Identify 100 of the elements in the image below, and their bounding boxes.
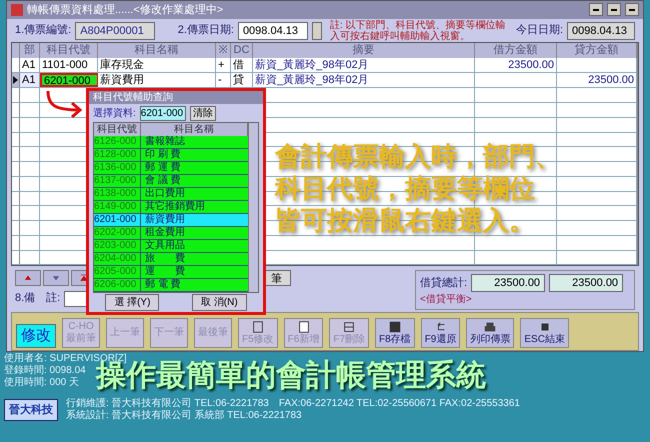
lookup-row[interactable]: 6202-000 租金費用 bbox=[94, 227, 248, 240]
voucher-date-label: 2.傳票日期: bbox=[178, 23, 234, 38]
code-cell: 6126-000 bbox=[94, 136, 141, 148]
table-cell: 23500.00 bbox=[475, 58, 557, 72]
today-date-field: 0098.04.13 bbox=[567, 22, 635, 40]
code-cell: 6204-000 bbox=[94, 253, 141, 265]
window-title: 轉帳傳票資料處理......<修改作業處理中> bbox=[27, 2, 224, 18]
button-label: 最前筆 bbox=[66, 333, 96, 345]
column-header: 科目代號 bbox=[40, 43, 98, 58]
current-row-indicator-icon bbox=[13, 76, 18, 84]
button-icon bbox=[296, 320, 310, 334]
column-header: 借方金額 bbox=[475, 43, 557, 58]
up-triangle-icon bbox=[79, 273, 89, 284]
mode-indicator: 修改 bbox=[16, 324, 56, 348]
voucher-date-field[interactable]: 0098.04.13 bbox=[238, 22, 308, 40]
credit-total-field: 23500.00 bbox=[549, 274, 624, 292]
column-header: 摘要 bbox=[253, 43, 475, 58]
table-cell: - bbox=[216, 73, 231, 88]
toolbar-button[interactable]: F8存檔 bbox=[375, 318, 415, 348]
date-spinner[interactable] bbox=[312, 22, 322, 40]
lookup-row[interactable]: 6126-000 書報雜誌 bbox=[94, 136, 248, 149]
shortcut-label: C-HO bbox=[68, 321, 94, 333]
button-label: F9還原 bbox=[424, 334, 456, 346]
name-cell-text: 出口費用 bbox=[144, 188, 186, 200]
lookup-row[interactable]: 6204-000 旅 費 bbox=[94, 253, 248, 266]
status-text: 使用時間: 000 天 bbox=[4, 377, 80, 389]
dialog-title: 科目代號輔助查詢 bbox=[89, 91, 263, 104]
status-text: 登錄時間: 0098.04 bbox=[4, 365, 87, 376]
lookup-row[interactable]: 6149-000 其它推銷費用 bbox=[94, 201, 248, 214]
table-cell: A1 bbox=[20, 58, 40, 72]
button-icon bbox=[250, 320, 265, 334]
lookup-row[interactable]: 6128-000 印 刷 費 bbox=[94, 149, 248, 162]
voucher-number-field[interactable]: A804P00001 bbox=[75, 22, 156, 40]
row-selector[interactable] bbox=[12, 73, 20, 88]
table-cell: 貸 bbox=[231, 73, 253, 88]
company-logo: 晉大科技 bbox=[4, 398, 58, 422]
name-cell-text: 郵 運 費 bbox=[144, 162, 182, 174]
code-cell: 6203-000 bbox=[94, 240, 141, 252]
button-label: 列印傳票 bbox=[470, 334, 510, 346]
button-label: F8存檔 bbox=[379, 334, 411, 346]
table-cell: 庫存現金 bbox=[98, 58, 216, 72]
code-cell: 6202-000 bbox=[94, 227, 141, 239]
toolbar-button[interactable]: ESC結束 bbox=[520, 318, 569, 348]
button-label: F5修改 bbox=[242, 334, 274, 346]
name-cell-text: 薪資費用 bbox=[144, 214, 186, 226]
toolbar-button[interactable]: 列印傳票 bbox=[466, 318, 514, 348]
select-field[interactable]: 6201-000 bbox=[140, 106, 186, 120]
code-cell: 6205-000 bbox=[94, 266, 141, 278]
button-icon bbox=[342, 320, 356, 334]
toolbar-button[interactable]: F9還原 bbox=[420, 318, 460, 348]
select-button[interactable]: 選 擇(Y) bbox=[105, 294, 160, 311]
table-cell: 借 bbox=[231, 58, 253, 72]
lookup-row[interactable]: 6138-000 出口費用 bbox=[94, 188, 248, 201]
button-label: 下一筆 bbox=[154, 327, 184, 339]
contact-text: 系統設計: 晉大科技有限公司 系統部 TEL:06-2221783 bbox=[66, 410, 303, 422]
name-cell-text: 租金費用 bbox=[144, 227, 186, 239]
table-cell: + bbox=[216, 58, 231, 72]
balance-status: <借貸平衡> bbox=[420, 292, 473, 308]
button-label: F7刪除 bbox=[333, 334, 366, 346]
record-nav-button[interactable] bbox=[15, 270, 41, 286]
name-cell-text: 郵 電 費 bbox=[144, 279, 182, 291]
cancel-button[interactable]: 取 消(N) bbox=[192, 294, 247, 311]
button-label: ESC結束 bbox=[524, 334, 565, 346]
code-cell: 6149-000 bbox=[94, 201, 141, 213]
totals-label: 借貸總計: bbox=[420, 276, 468, 291]
select-label: 選擇資料: bbox=[93, 106, 136, 120]
name-cell-text: 運 費 bbox=[144, 266, 186, 278]
lookup-row[interactable]: 6206-000 郵 電 費 bbox=[94, 279, 248, 292]
today-date-label: 今日日期: bbox=[516, 23, 563, 38]
name-cell-text: 旅 費 bbox=[144, 253, 186, 265]
table-cell: A1 bbox=[20, 73, 40, 88]
minimize-button[interactable] bbox=[589, 3, 603, 16]
button-icon bbox=[483, 320, 498, 334]
name-cell-text: 書報雜誌 bbox=[144, 136, 186, 148]
name-cell-text: 會 議 費 bbox=[144, 175, 182, 187]
clear-button[interactable]: 清除 bbox=[190, 106, 216, 120]
lookup-row[interactable]: 6137-000 會 議 費 bbox=[94, 175, 248, 188]
code-cell: 6137-000 bbox=[94, 175, 141, 187]
table-cell: 薪資費用 bbox=[98, 73, 216, 88]
callout-text: 會計傳票輸入時，部門、 科目代號，摘要等欄位 皆可按滑鼠右鍵選入。 bbox=[275, 140, 561, 236]
button-label: F6新增 bbox=[288, 334, 320, 346]
column-header: 科目名稱 bbox=[98, 43, 216, 58]
lookup-row[interactable]: 6201-000 薪資費用 bbox=[94, 214, 248, 227]
table-cell: 薪資_黃麗玲_98年02月 bbox=[253, 58, 475, 72]
name-cell-text: 其它推銷費用 bbox=[144, 201, 206, 213]
name-cell-text: 印 刷 費 bbox=[144, 149, 182, 161]
lookup-row[interactable]: 6205-000 運 費 bbox=[94, 266, 248, 279]
column-header: 部 bbox=[20, 43, 40, 58]
lookup-row[interactable]: 6203-000 文具用品 bbox=[94, 240, 248, 253]
voucher-number-label: 1.傳票編號: bbox=[15, 23, 72, 38]
table-cell: 1101-000 bbox=[40, 58, 98, 72]
code-cell: 6128-000 bbox=[94, 149, 141, 161]
table-cell: 6201-000 bbox=[40, 73, 98, 88]
record-nav-button[interactable] bbox=[43, 270, 69, 286]
table-cell: 薪資_黃麗玲_98年02月 bbox=[253, 73, 475, 88]
lookup-row[interactable]: 6136-000 郵 運 費 bbox=[94, 162, 248, 175]
button-icon bbox=[388, 320, 402, 334]
app-icon bbox=[11, 4, 23, 16]
name-cell-text: 文具用品 bbox=[144, 240, 186, 252]
code-cell: 6138-000 bbox=[94, 188, 141, 200]
